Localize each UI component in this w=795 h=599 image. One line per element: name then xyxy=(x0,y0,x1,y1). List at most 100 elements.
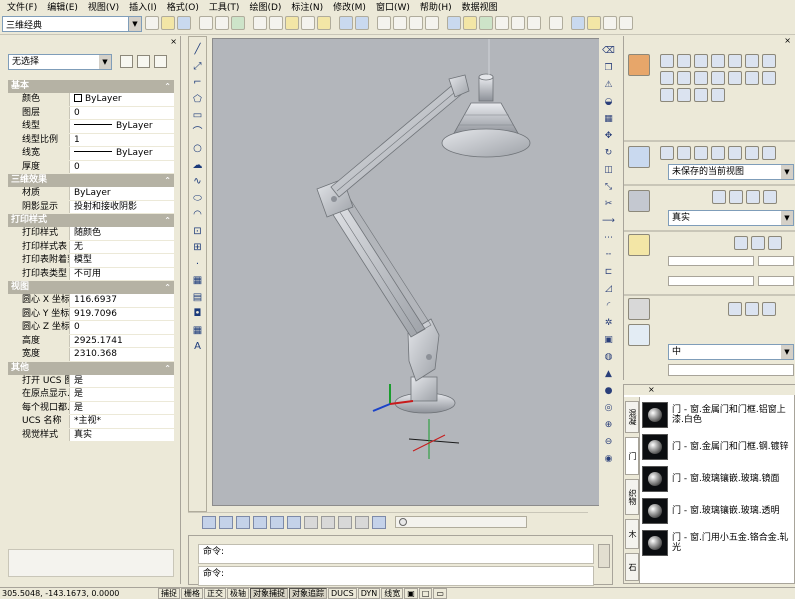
toggle-pickadd-icon[interactable] xyxy=(120,55,133,68)
render-slider[interactable] xyxy=(668,364,794,376)
2d-wireframe-icon[interactable] xyxy=(712,190,726,204)
command-input[interactable]: 命令: xyxy=(198,566,594,586)
command-scrollbar[interactable] xyxy=(598,544,610,568)
property-row[interactable]: 宽度 2310.368 xyxy=(8,348,174,362)
palette-tab[interactable]: 门 xyxy=(625,437,639,475)
intersect-icon[interactable] xyxy=(660,88,674,102)
property-value[interactable]: *主视* xyxy=(70,415,174,428)
visual-style-dropdown[interactable]: 真实 ▼ xyxy=(668,210,794,226)
revolve-icon[interactable] xyxy=(677,71,691,85)
layer-manager-icon[interactable] xyxy=(571,16,585,30)
3d-rotate-icon[interactable] xyxy=(711,88,725,102)
section-header[interactable]: 其他 ⌃ xyxy=(8,361,174,375)
match-properties-icon[interactable] xyxy=(301,16,315,30)
table-icon[interactable]: ▦ xyxy=(191,324,205,339)
save-icon[interactable] xyxy=(177,16,191,30)
section-header[interactable]: 三维效果 ⌃ xyxy=(8,174,174,187)
palette-tab[interactable]: 织物 xyxy=(625,479,639,515)
sun-icon[interactable] xyxy=(751,236,765,250)
property-row[interactable]: 阴影显示 投射和接收阴影 xyxy=(8,200,174,214)
property-value[interactable]: 模型 xyxy=(70,254,174,267)
menu-item[interactable]: 工具(T) xyxy=(204,0,245,13)
property-value[interactable]: ByLayer xyxy=(70,147,174,160)
section-header[interactable]: 打印样式 ⌃ xyxy=(8,214,174,227)
property-value[interactable]: 不可用 xyxy=(70,268,174,281)
sphere-icon[interactable] xyxy=(711,54,725,68)
gradient-icon[interactable]: ▤ xyxy=(191,291,205,306)
polyline-icon[interactable]: ⌐ xyxy=(191,76,205,91)
palette-tab[interactable]: 混凝 xyxy=(625,401,639,433)
right-view-icon[interactable] xyxy=(253,515,267,529)
menu-item[interactable]: 窗口(W) xyxy=(371,0,415,13)
property-row[interactable]: 线宽 ByLayer xyxy=(8,147,174,161)
property-value[interactable]: ByLayer xyxy=(70,93,174,106)
solid-cone-icon[interactable]: ▲ xyxy=(602,367,616,381)
chevron-down-icon[interactable]: ▼ xyxy=(781,345,793,359)
slice-icon[interactable] xyxy=(677,88,691,102)
time-box[interactable] xyxy=(758,276,794,286)
property-value[interactable]: 2310.368 xyxy=(70,348,174,361)
left-view-icon[interactable] xyxy=(236,515,250,529)
calculator-icon[interactable] xyxy=(527,16,541,30)
collapse-icon[interactable]: ⌃ xyxy=(164,80,171,93)
ne-iso-icon[interactable] xyxy=(338,515,352,529)
property-row[interactable]: 打印样式表无 xyxy=(8,240,174,254)
cut-icon[interactable] xyxy=(253,16,267,30)
break-icon[interactable]: ╌ xyxy=(602,248,616,262)
wedge-icon[interactable] xyxy=(745,54,759,68)
join-icon[interactable]: ⊏ xyxy=(602,265,616,279)
loft-icon[interactable] xyxy=(711,71,725,85)
status-toggle[interactable]: 捕捉 xyxy=(158,588,180,599)
hatch-icon[interactable]: ▦ xyxy=(191,274,205,289)
workspace-select[interactable]: 三维经典 ▼ xyxy=(2,16,142,32)
status-toggle[interactable]: 正交 xyxy=(204,588,226,599)
menu-item[interactable]: 标注(N) xyxy=(286,0,328,13)
material-item[interactable]: 门 - 窗.金属门和门框.铝窗上漆.白色 xyxy=(642,399,794,431)
move-icon[interactable]: ✥ xyxy=(602,129,616,143)
swivel-icon[interactable] xyxy=(745,146,759,160)
layer-on-icon[interactable] xyxy=(587,16,601,30)
menu-item[interactable]: 视图(V) xyxy=(83,0,124,13)
menu-item[interactable]: 帮助(H) xyxy=(415,0,457,13)
design-center-icon[interactable] xyxy=(463,16,477,30)
quick-select-icon[interactable] xyxy=(154,55,167,68)
block-editor-icon[interactable] xyxy=(317,16,331,30)
offset-icon[interactable]: ◒ xyxy=(602,95,616,109)
plot-preview-icon[interactable] xyxy=(215,16,229,30)
hidden-icon[interactable] xyxy=(729,190,743,204)
chevron-down-icon[interactable]: ▼ xyxy=(99,55,111,69)
break-at-point-icon[interactable]: ⋯ xyxy=(602,231,616,245)
solid-subtract-icon[interactable]: ⊖ xyxy=(602,435,616,449)
brightness-box[interactable] xyxy=(758,256,794,266)
copy-object-icon[interactable]: ❐ xyxy=(602,61,616,75)
collapse-icon[interactable]: ⌃ xyxy=(164,281,171,294)
close-icon[interactable]: × xyxy=(170,37,177,46)
time-slider[interactable] xyxy=(668,276,754,286)
circle-icon[interactable]: ○ xyxy=(191,142,205,157)
insert-block-icon[interactable]: ⊡ xyxy=(191,225,205,240)
menu-item[interactable]: 绘图(D) xyxy=(244,0,286,13)
selection-dropdown[interactable]: 无选择 ▼ xyxy=(8,54,112,70)
continuous-orbit-icon[interactable] xyxy=(728,146,742,160)
torus-icon[interactable] xyxy=(762,54,776,68)
solid-box-icon[interactable]: ▣ xyxy=(602,333,616,347)
property-row[interactable]: 每个视口都... 是 xyxy=(8,401,174,415)
property-value[interactable]: ByLayer xyxy=(70,187,174,200)
line-icon[interactable]: ╱ xyxy=(191,43,205,58)
extrude-icon[interactable] xyxy=(660,71,674,85)
menu-item[interactable]: 修改(M) xyxy=(328,0,371,13)
property-row[interactable]: UCS 名称 *主视* xyxy=(8,415,174,429)
property-value[interactable]: 116.6937 xyxy=(70,294,174,307)
property-row[interactable]: 打印表附着到模型 xyxy=(8,254,174,268)
polygon-icon[interactable]: ⬠ xyxy=(191,93,205,108)
explode-icon[interactable]: ✲ xyxy=(602,316,616,330)
arc-icon[interactable]: ⌒ xyxy=(191,126,205,141)
property-row[interactable]: 图层 0 xyxy=(8,106,174,120)
pyramid-icon[interactable] xyxy=(728,54,742,68)
realistic-icon[interactable] xyxy=(746,190,760,204)
view-dropdown[interactable]: 未保存的当前视图 ▼ xyxy=(668,164,794,180)
material-attach-icon[interactable] xyxy=(762,302,776,316)
zoom-window-icon[interactable] xyxy=(409,16,423,30)
help-icon[interactable] xyxy=(549,16,563,30)
property-row[interactable]: 打开 UCS 图标是 xyxy=(8,374,174,388)
